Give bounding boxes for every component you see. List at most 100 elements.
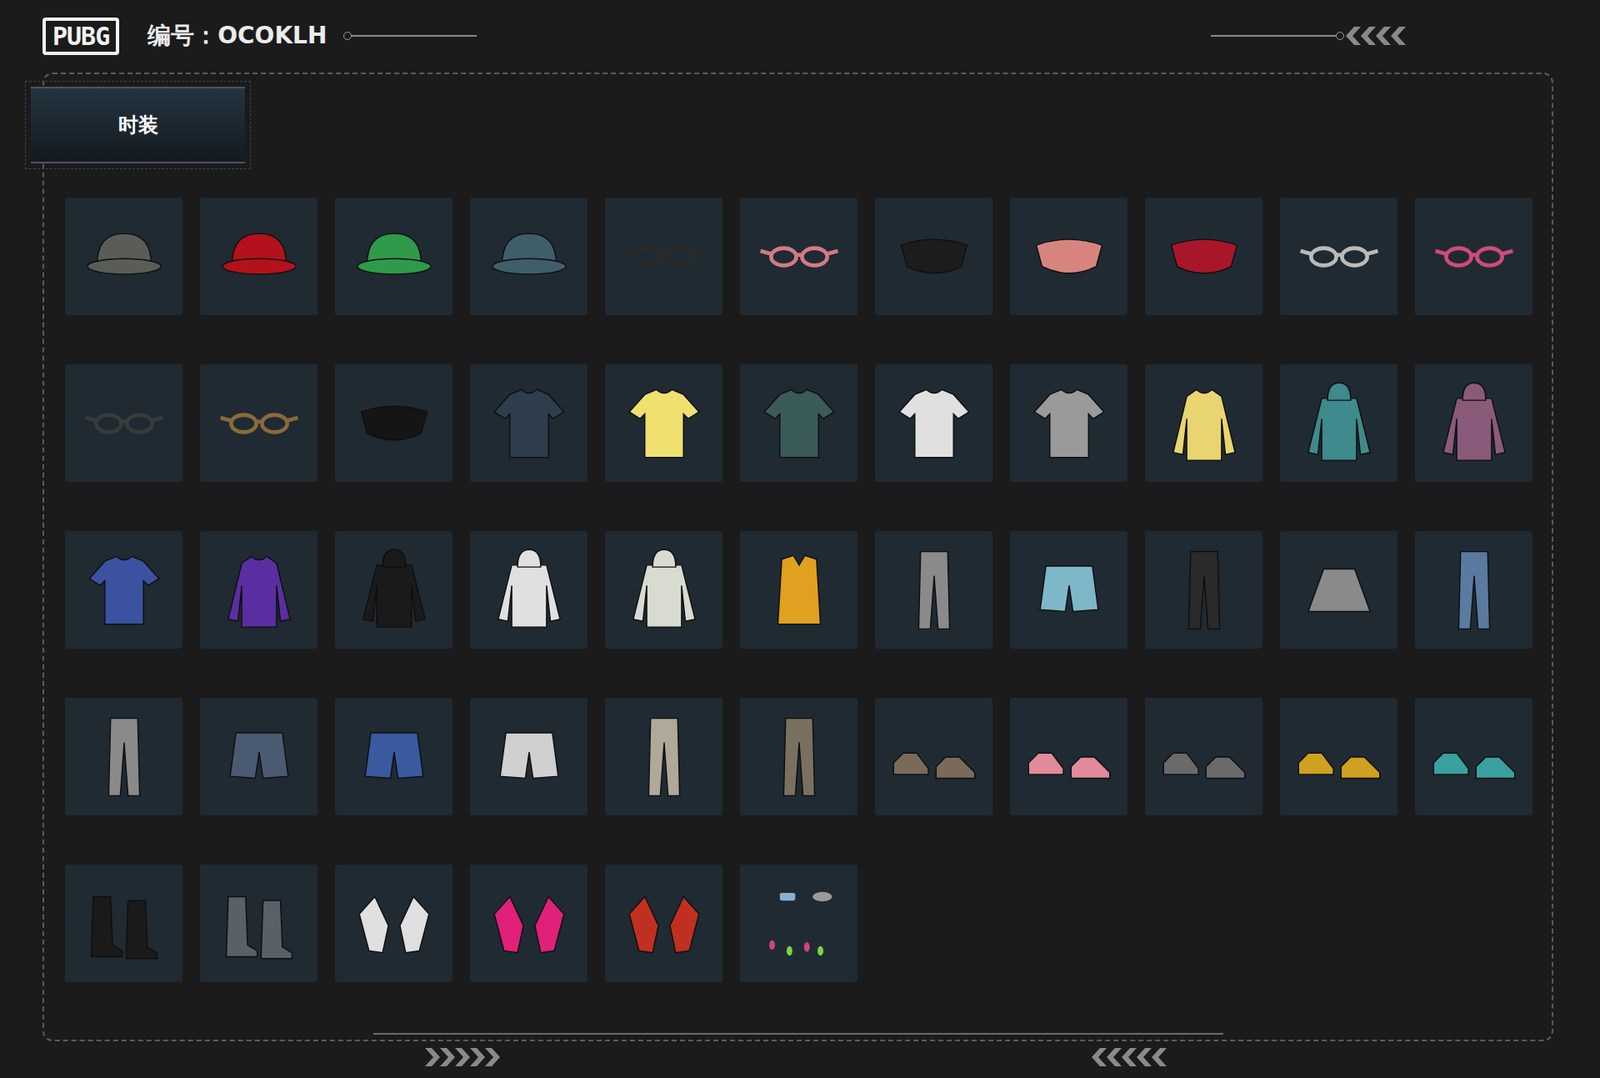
item-tile[interactable] bbox=[335, 864, 453, 982]
vest-icon bbox=[750, 541, 848, 639]
item-tile[interactable] bbox=[1010, 530, 1128, 649]
item-tile[interactable] bbox=[65, 197, 183, 315]
item-tile[interactable] bbox=[65, 530, 183, 649]
jacket-icon bbox=[1155, 375, 1253, 472]
item-tile[interactable] bbox=[740, 197, 858, 315]
item-tile[interactable] bbox=[470, 530, 588, 649]
hat-icon bbox=[210, 208, 308, 305]
glasses-icon bbox=[210, 375, 308, 472]
chevrons-left-icon bbox=[1090, 1045, 1174, 1068]
boots-icon bbox=[75, 875, 173, 972]
shorts-icon bbox=[345, 708, 443, 805]
item-tile[interactable] bbox=[200, 530, 318, 649]
item-tile[interactable] bbox=[875, 364, 993, 482]
item-tile[interactable] bbox=[200, 697, 318, 815]
chevrons-right-icon bbox=[423, 1045, 507, 1068]
item-tile[interactable] bbox=[1415, 364, 1533, 482]
item-tile[interactable] bbox=[1145, 197, 1263, 315]
hoodie-icon bbox=[480, 541, 578, 639]
glasses-icon bbox=[75, 375, 173, 472]
item-tile[interactable] bbox=[65, 864, 183, 982]
pants-icon bbox=[750, 708, 848, 805]
item-tile[interactable] bbox=[875, 530, 993, 649]
hoodie-icon bbox=[1290, 375, 1388, 472]
shoes-icon bbox=[1155, 708, 1253, 805]
pants-icon bbox=[885, 541, 983, 639]
glasses-icon bbox=[750, 208, 848, 305]
item-tile[interactable] bbox=[740, 364, 858, 482]
shoes-icon bbox=[885, 708, 983, 805]
item-tile[interactable] bbox=[740, 697, 858, 815]
hoodie-icon bbox=[1425, 375, 1523, 472]
tab[interactable]: 时装 bbox=[30, 86, 245, 164]
jacket-icon bbox=[210, 541, 308, 639]
shorts-icon bbox=[210, 708, 308, 805]
item-tile[interactable] bbox=[875, 197, 993, 315]
item-tile[interactable] bbox=[1145, 364, 1263, 482]
nails-icon bbox=[750, 875, 848, 972]
mask-icon bbox=[1020, 208, 1118, 305]
shirt-icon bbox=[75, 541, 173, 639]
shoes-icon bbox=[1290, 708, 1388, 805]
mask-icon bbox=[1155, 208, 1253, 305]
shirt-icon bbox=[480, 375, 578, 472]
item-tile[interactable] bbox=[470, 197, 588, 315]
tab-bar: 时装 bbox=[30, 86, 1552, 164]
item-tile[interactable] bbox=[605, 364, 723, 482]
line-dot bbox=[1335, 31, 1345, 40]
item-tile[interactable] bbox=[1415, 697, 1533, 815]
item-tile[interactable] bbox=[200, 364, 318, 482]
item-tile[interactable] bbox=[470, 864, 588, 982]
item-tile[interactable] bbox=[1145, 530, 1263, 649]
item-tile[interactable] bbox=[875, 697, 993, 815]
header: PUBG 编号：OCOKLH bbox=[42, 15, 1600, 57]
item-tile[interactable] bbox=[605, 864, 723, 982]
hoodie-icon bbox=[615, 541, 713, 639]
footer bbox=[42, 1032, 1554, 1068]
item-tile[interactable] bbox=[1415, 530, 1533, 649]
item-tile[interactable] bbox=[1010, 364, 1128, 482]
item-tile[interactable] bbox=[65, 364, 183, 482]
pants-icon bbox=[615, 708, 713, 805]
item-tile[interactable] bbox=[1280, 197, 1398, 315]
item-tile[interactable] bbox=[335, 530, 453, 649]
item-tile[interactable] bbox=[740, 530, 858, 649]
item-tile[interactable] bbox=[200, 197, 318, 315]
item-grid bbox=[65, 197, 1552, 982]
pants-icon bbox=[75, 708, 173, 805]
item-tile[interactable] bbox=[1010, 197, 1128, 315]
item-tile[interactable] bbox=[740, 864, 858, 982]
boots-icon bbox=[210, 875, 308, 972]
item-tile[interactable] bbox=[605, 530, 723, 649]
item-tile[interactable] bbox=[470, 697, 588, 815]
mask-icon bbox=[885, 208, 983, 305]
hat-icon bbox=[75, 208, 173, 305]
item-tile[interactable] bbox=[1415, 197, 1533, 315]
item-tile[interactable] bbox=[335, 364, 453, 482]
shorts-icon bbox=[480, 708, 578, 805]
gloves-icon bbox=[615, 875, 713, 972]
footer-line bbox=[373, 1032, 1224, 1035]
item-tile[interactable] bbox=[1010, 697, 1128, 815]
item-tile[interactable] bbox=[1145, 697, 1263, 815]
skirt-icon bbox=[1290, 541, 1388, 639]
item-tile[interactable] bbox=[605, 697, 723, 815]
costume-frame: 时装 bbox=[42, 72, 1554, 1041]
item-tile[interactable] bbox=[200, 864, 318, 982]
glasses-icon bbox=[1290, 208, 1388, 305]
item-tile[interactable] bbox=[1280, 697, 1398, 815]
shirt-icon bbox=[615, 375, 713, 472]
item-tile[interactable] bbox=[65, 697, 183, 815]
header-line bbox=[343, 31, 477, 40]
item-tile[interactable] bbox=[1280, 530, 1398, 649]
footer-chevrons bbox=[423, 1045, 1174, 1068]
shirt-icon bbox=[885, 375, 983, 472]
item-tile[interactable] bbox=[335, 697, 453, 815]
item-tile[interactable] bbox=[335, 197, 453, 315]
pubg-logo: PUBG bbox=[42, 17, 120, 55]
glasses-icon bbox=[1425, 208, 1523, 305]
item-tile[interactable] bbox=[605, 197, 723, 315]
item-tile[interactable] bbox=[470, 364, 588, 482]
item-tile[interactable] bbox=[1280, 364, 1398, 482]
id-label: 编号：OCOKLH bbox=[147, 20, 327, 52]
